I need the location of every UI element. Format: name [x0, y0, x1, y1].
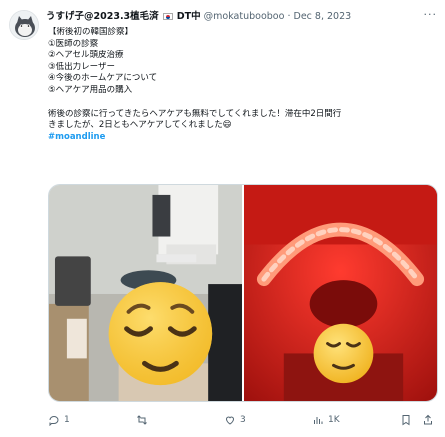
views-icon [314, 417, 323, 424]
tweet-line: 【術後初の韓国診察】 [48, 27, 134, 37]
bookmark-button[interactable] [400, 410, 412, 430]
tweet-media [48, 184, 438, 402]
tweet-line: ①医師の診察 [48, 38, 99, 49]
share-icon [424, 414, 432, 425]
separator: · [287, 11, 291, 22]
tweet-date[interactable]: Dec 8, 2023 [294, 11, 352, 22]
photo-salon-image [49, 185, 242, 401]
korea-flag-icon [162, 13, 173, 20]
tweet-line: ⑤ヘアケア用品の購入 [48, 84, 133, 95]
tweet-line: ③低出力レーザー [48, 61, 115, 72]
like-count: 3 [240, 415, 246, 425]
tweet-line: ④今後のホームケアについて [48, 73, 158, 84]
share-button[interactable] [422, 410, 434, 430]
like-button[interactable]: 3 [224, 410, 246, 430]
photo-led-therapy[interactable] [244, 185, 437, 401]
more-options-icon[interactable]: ··· [424, 8, 438, 21]
reply-icon [49, 415, 59, 426]
avatar-cat-icon [10, 11, 38, 39]
tweet-header: うすげ子@2023.3植毛済 DT中 @mokatubooboo · Dec 8… [46, 9, 437, 25]
photo-salon[interactable] [49, 185, 242, 401]
views-count: 1K [328, 415, 340, 425]
hashtag-link[interactable]: #moandline [48, 132, 438, 144]
retweet-button[interactable] [136, 410, 152, 430]
tweet-line: ②ヘアセル頭皮治療 [48, 50, 124, 61]
display-name[interactable]: うすげ子@2023.3植毛済 [46, 11, 159, 22]
display-name-suffix[interactable]: DT中 [177, 11, 201, 22]
tweet-body: 【術後初の韓国診察】 ①医師の診察 ②ヘアセル頭皮治療 ③低出力レーザー ④今後… [48, 27, 438, 143]
views-button[interactable]: 1K [312, 410, 340, 430]
retweet-icon [137, 415, 147, 425]
tweet-paragraph-line: 術後の診察に行ってきたらヘアケアも無料でしてくれました！滞在中2日間行 [48, 108, 342, 119]
photo-led-therapy-image [244, 185, 437, 401]
avatar[interactable] [9, 10, 39, 40]
handle[interactable]: @mokatubooboo [204, 11, 285, 22]
tweet-paragraph-line: きましたが、2日ともヘアケアしてくれました😄 [48, 120, 232, 131]
bookmark-icon [402, 415, 410, 426]
reply-count: 1 [64, 415, 70, 425]
tweet-actions: 1 3 1K [48, 410, 438, 430]
tweet-paragraph: 術後の診察に行ってきたらヘアケアも無料でしてくれました！滞在中2日間行 きました… [48, 109, 438, 144]
reply-button[interactable]: 1 [48, 410, 70, 430]
heart-icon [225, 416, 235, 425]
